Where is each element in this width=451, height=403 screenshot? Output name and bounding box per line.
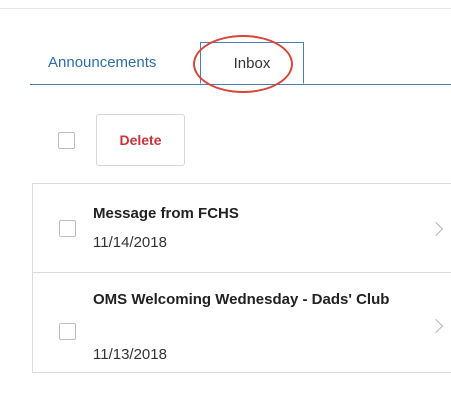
message-title: Message from FCHS xyxy=(93,205,239,222)
select-all-checkbox[interactable] xyxy=(58,132,75,149)
tab-inbox[interactable]: Inbox xyxy=(200,42,304,84)
chevron-right-icon[interactable] xyxy=(428,221,444,237)
tab-announcements-label: Announcements xyxy=(48,53,157,71)
message-checkbox[interactable] xyxy=(59,220,76,237)
message-row[interactable]: OMS Welcoming Wednesday - Dads' Club 11/… xyxy=(33,273,451,373)
top-divider xyxy=(0,8,451,9)
message-checkbox[interactable] xyxy=(59,323,76,340)
delete-button[interactable]: Delete xyxy=(96,114,185,166)
message-date: 11/13/2018 xyxy=(93,346,167,363)
tab-bar: Announcements Inbox xyxy=(30,40,451,85)
chevron-right-icon[interactable] xyxy=(428,318,444,334)
message-row[interactable]: Message from FCHS 11/14/2018 xyxy=(33,184,451,273)
message-date: 11/14/2018 xyxy=(93,234,167,251)
message-list: Message from FCHS 11/14/2018 OMS Welcomi… xyxy=(32,183,451,373)
tab-announcements[interactable]: Announcements xyxy=(48,40,156,84)
message-title: OMS Welcoming Wednesday - Dads' Club xyxy=(93,291,390,308)
tab-inbox-label: Inbox xyxy=(233,54,271,72)
